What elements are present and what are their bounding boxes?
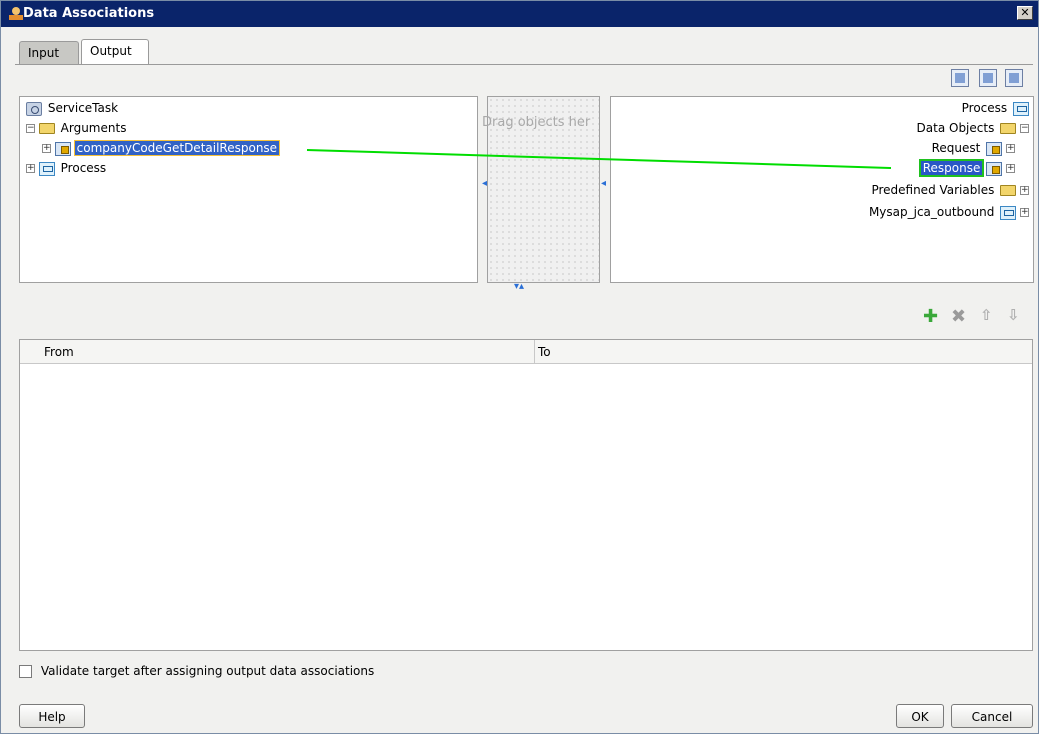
tree-node-companycodegetdetailresponse[interactable]: + companyCodeGetDetailResponse [42, 140, 281, 156]
table-header: From To [20, 340, 1032, 364]
service-task-icon [26, 101, 42, 116]
close-button[interactable]: ✕ [1017, 6, 1033, 20]
splitter-down-arrow-icon[interactable]: ▾▴ [514, 281, 524, 292]
cancel-button[interactable]: Cancel [951, 704, 1033, 728]
folder-icon [1000, 185, 1017, 196]
validate-checkbox[interactable] [19, 665, 32, 678]
help-button[interactable]: Help [19, 704, 85, 728]
validate-label: Validate target after assigning output d… [40, 664, 375, 678]
target-tree-panel[interactable]: Process Data Objects − Request + Respons… [610, 96, 1034, 283]
folder-icon [1000, 123, 1017, 134]
tree-node-response[interactable]: Response + [918, 159, 1015, 177]
process-icon [1000, 205, 1017, 220]
variable-icon [986, 161, 1003, 176]
expand-icon[interactable]: + [1006, 144, 1015, 153]
expand-icon[interactable]: + [1020, 186, 1029, 195]
column-divider [534, 340, 535, 364]
variable-icon [986, 141, 1003, 156]
collapse-icon[interactable]: − [1020, 124, 1029, 133]
process-icon [38, 161, 55, 176]
expand-icon[interactable]: + [1006, 164, 1015, 173]
tree-node-request[interactable]: Request + [930, 141, 1015, 156]
xml-literal-icon[interactable] [979, 69, 997, 87]
tree-node-predefined-variables[interactable]: Predefined Variables + [869, 183, 1029, 197]
expand-icon[interactable]: + [42, 144, 51, 153]
title-bar: Data Associations ✕ [1, 1, 1038, 27]
ok-button[interactable]: OK [896, 704, 944, 728]
splitter-right-arrow-icon[interactable]: ◂ [601, 178, 606, 189]
collapse-icon[interactable]: − [26, 124, 35, 133]
tab-output[interactable]: Output [81, 39, 149, 65]
move-up-icon[interactable]: ⇧ [980, 306, 993, 324]
associations-table[interactable]: From To [19, 339, 1033, 651]
delete-icon[interactable]: ✖ [951, 306, 966, 327]
tab-input[interactable]: Input [19, 41, 79, 65]
move-down-icon[interactable]: ⇩ [1007, 306, 1020, 324]
transformation-icon[interactable] [1005, 69, 1023, 87]
expand-icon[interactable]: + [26, 164, 35, 173]
tree-node-servicetask[interactable]: ServiceTask [26, 101, 120, 116]
expand-icon[interactable]: + [1020, 208, 1029, 217]
column-from[interactable]: From [44, 345, 74, 359]
drop-target-area[interactable]: Drag objects her [482, 96, 600, 283]
variable-icon [54, 141, 71, 156]
expression-icon[interactable] [951, 69, 969, 87]
tree-node-mysap-jca-outbound[interactable]: Mysap_jca_outbound + [867, 205, 1029, 220]
column-to[interactable]: To [538, 345, 551, 359]
tree-node-target-process[interactable]: Process [960, 101, 1029, 116]
splitter-left-arrow-icon[interactable]: ◂ [482, 178, 487, 189]
source-tree-panel[interactable]: ServiceTask − Arguments + companyCodeGet… [19, 96, 478, 283]
window-title: Data Associations [23, 6, 155, 21]
tab-divider [15, 64, 1033, 65]
validate-option[interactable]: Validate target after assigning output d… [19, 664, 374, 678]
folder-icon [38, 123, 55, 134]
tree-node-arguments[interactable]: − Arguments [26, 121, 128, 135]
drop-hint: Drag objects her [482, 115, 591, 130]
process-icon [1013, 101, 1029, 116]
data-associations-dialog: Data Associations ✕ Input Output Service… [0, 0, 1039, 734]
add-icon[interactable]: ✚ [923, 306, 938, 327]
tree-node-process[interactable]: + Process [26, 161, 108, 176]
tree-node-data-objects[interactable]: Data Objects − [915, 121, 1029, 135]
